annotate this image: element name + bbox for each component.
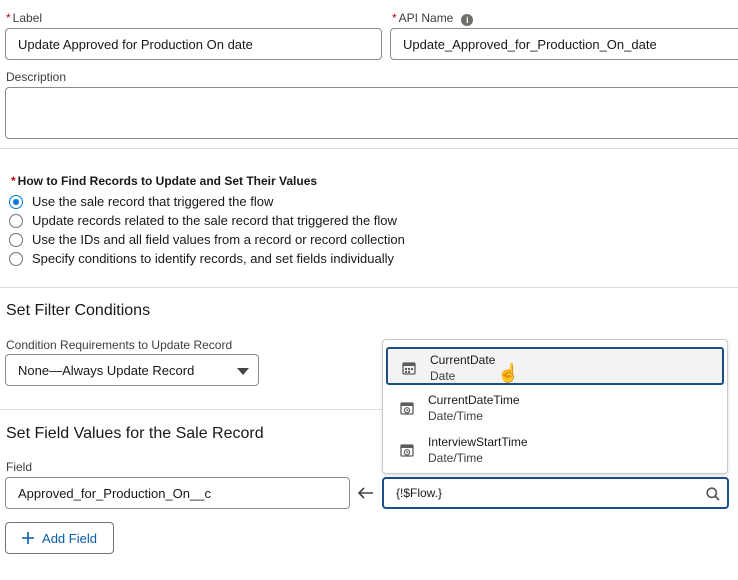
radio-option-ids-collection[interactable]: Use the IDs and all field values from a … bbox=[9, 232, 405, 247]
add-field-button[interactable]: Add Field bbox=[5, 522, 114, 554]
divider bbox=[0, 287, 738, 288]
arrow-left-icon bbox=[358, 487, 373, 499]
api-name-input[interactable]: Update_Approved_for_Production_On_date bbox=[390, 28, 738, 60]
radio-option-triggering-record[interactable]: Use the sale record that triggered the f… bbox=[9, 194, 273, 209]
radio-unselected[interactable] bbox=[9, 232, 23, 247]
condition-requirements-select[interactable]: None—Always Update Record bbox=[5, 354, 259, 386]
radio-unselected[interactable] bbox=[9, 213, 23, 228]
plus-icon bbox=[22, 532, 35, 544]
resource-dropdown: CurrentDate Date ☝ CurrentDateTime Date/… bbox=[382, 339, 728, 474]
info-icon[interactable]: i bbox=[461, 14, 474, 26]
chevron-down-icon bbox=[237, 368, 249, 375]
value-lookup-input[interactable]: {!$Flow.} bbox=[382, 477, 729, 509]
field-values-title: Set Field Values for the Sale Record bbox=[6, 425, 264, 442]
find-records-label: * How to Find Records to Update and Set T… bbox=[11, 174, 318, 188]
search-icon[interactable] bbox=[706, 487, 720, 501]
dropdown-option-interviewstarttime[interactable]: InterviewStartTime Date/Time bbox=[386, 431, 724, 469]
filter-conditions-title: Set Filter Conditions bbox=[6, 302, 151, 319]
calendar-clock-icon bbox=[400, 444, 414, 457]
description-textarea[interactable] bbox=[5, 87, 738, 139]
field-input[interactable]: Approved_for_Production_On__c bbox=[5, 477, 350, 509]
radio-option-related-records[interactable]: Update records related to the sale recor… bbox=[9, 213, 397, 228]
label-input[interactable]: Update Approved for Production On date bbox=[5, 28, 382, 60]
divider bbox=[0, 409, 382, 410]
radio-option-specify-conditions[interactable]: Specify conditions to identify records, … bbox=[9, 251, 394, 266]
calendar-clock-icon bbox=[400, 402, 414, 415]
condition-requirements-label: Condition Requirements to Update Record bbox=[6, 338, 233, 352]
dropdown-option-currentdate[interactable]: CurrentDate Date ☝ bbox=[386, 347, 724, 385]
radio-unselected[interactable] bbox=[9, 251, 23, 266]
dropdown-option-currentdatetime[interactable]: CurrentDateTime Date/Time bbox=[386, 389, 724, 427]
radio-selected[interactable] bbox=[9, 194, 23, 209]
api-name-field-label: * API Name i bbox=[392, 11, 474, 26]
label-field-label: * Label bbox=[6, 11, 43, 25]
hand-cursor-icon: ☝ bbox=[497, 363, 520, 383]
calendar-icon bbox=[402, 362, 416, 375]
description-label: Description bbox=[6, 70, 67, 84]
divider bbox=[0, 148, 738, 149]
field-label: Field bbox=[6, 460, 33, 474]
